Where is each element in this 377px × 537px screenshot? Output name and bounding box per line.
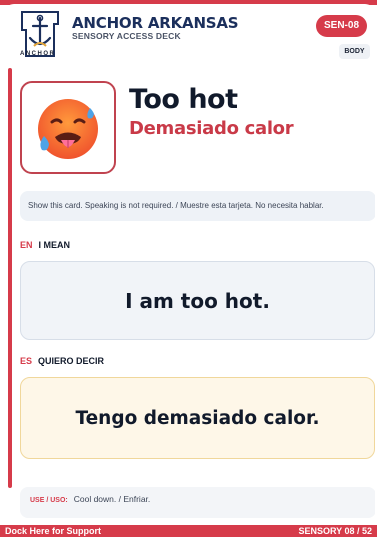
english-lang-tag: EN [20, 240, 33, 250]
organization-name: ANCHOR ARKANSAS [72, 14, 239, 32]
card-title-english: Too hot [129, 84, 238, 115]
english-phrase-box: I am too hot. [20, 261, 375, 340]
sensory-card: ANCHOR ANCHOR ARKANSAS SENSORY ACCESS DE… [4, 4, 375, 525]
spanish-phrase: Tengo demasiado calor. [75, 407, 320, 429]
spanish-section-label: ES QUIERO DECIR [20, 356, 104, 366]
usage-text: Cool down. / Enfriar. [73, 494, 151, 504]
spanish-meaning-label: QUIERO DECIR [38, 356, 105, 366]
english-phrase: I am too hot. [125, 288, 270, 313]
card-accent-bar [8, 68, 12, 488]
instruction-banner: Show this card. Speaking is not required… [20, 191, 375, 221]
spanish-lang-tag: ES [20, 356, 33, 366]
hot-face-icon [38, 99, 98, 159]
card-code-badge: SEN-08 [316, 15, 367, 37]
logo-wordmark: ANCHOR [20, 51, 56, 57]
english-section-label: EN I MEAN [20, 240, 70, 250]
usage-label: USE / USO: [30, 497, 68, 504]
usage-note: USE / USO: Cool down. / Enfriar. [20, 487, 375, 518]
deck-position-indicator: SENSORY 08 / 52 [298, 526, 372, 536]
emoji-frame [20, 81, 116, 174]
deck-name: SENSORY ACCESS DECK [72, 31, 181, 41]
card-title-spanish: Demasiado calor [129, 118, 294, 139]
support-footer[interactable]: Dock Here for Support SENSORY 08 / 52 [0, 525, 377, 537]
english-meaning-label: I MEAN [38, 240, 71, 250]
category-badge: BODY [339, 44, 370, 59]
spanish-phrase-box: Tengo demasiado calor. [20, 377, 375, 459]
dock-support-link[interactable]: Dock Here for Support [5, 525, 101, 537]
